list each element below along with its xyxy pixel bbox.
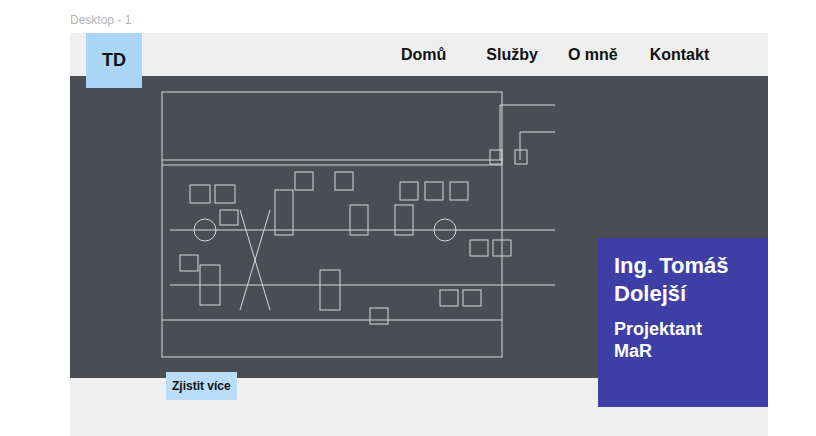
name-title: Ing. Tomáš Dolejší <box>614 252 744 308</box>
desktop-frame: Domů Služby O mně Kontakt TD Zjistit více I… <box>70 33 768 436</box>
nav-link[interactable]: O mně <box>568 46 618 64</box>
page: Desktop - 1 Domů Služby O mně Kontakt TD Zj… <box>0 0 816 436</box>
navbar: Domů Služby O mně Kontakt <box>70 33 768 76</box>
nav-link[interactable]: Domů <box>401 46 446 64</box>
nav-link[interactable]: Služby <box>486 46 538 64</box>
logo[interactable]: TD <box>86 33 142 88</box>
learn-more-button[interactable]: Zjistit více <box>166 372 237 400</box>
schematic-image <box>160 90 560 360</box>
frame-label: Desktop - 1 <box>70 13 131 27</box>
job-title: Projektant MaR <box>614 318 724 362</box>
nav-link[interactable]: Kontakt <box>650 46 710 64</box>
nav-links: Domů Služby O mně Kontakt <box>401 46 749 64</box>
intro-card: Ing. Tomáš Dolejší Projektant MaR <box>598 238 768 407</box>
